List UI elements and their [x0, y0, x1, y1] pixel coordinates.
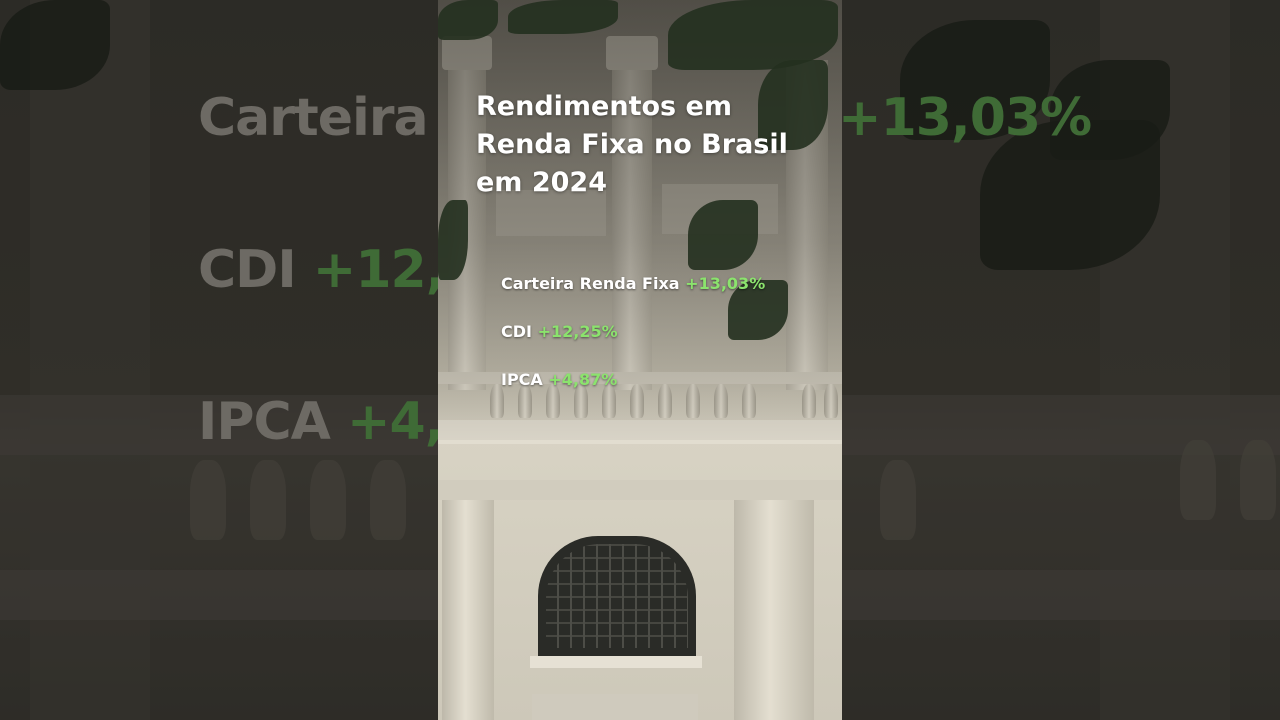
- ghost-label: CDI: [198, 240, 297, 300]
- stat-label: IPCA: [501, 370, 543, 389]
- foliage: [438, 0, 498, 40]
- ornament-panel: [532, 694, 698, 720]
- video-title: Rendimentos em Renda Fixa no Brasil em 2…: [476, 91, 788, 198]
- ghost-row-1-value: +13,03%: [838, 88, 1092, 148]
- cornice-lower: [438, 480, 842, 500]
- foliage: [508, 0, 618, 34]
- ghost-row-1: Carteira: [198, 88, 429, 148]
- ghost-label: IPCA: [198, 392, 331, 452]
- arched-window: [538, 536, 696, 656]
- stat-label: CDI: [501, 322, 532, 341]
- stat-row-cdi: CDI +12,25%: [501, 322, 618, 341]
- ghost-row-3: IPCA +4,8: [198, 392, 480, 452]
- foliage: [688, 200, 758, 270]
- stat-label: Carteira Renda Fixa: [501, 274, 680, 293]
- ghost-value: +13,03%: [838, 88, 1092, 148]
- stat-row-ipca: IPCA +4,87%: [501, 370, 617, 389]
- stat-value: +4,87%: [548, 370, 618, 389]
- stat-row-carteira: Carteira Renda Fixa +13,03%: [501, 274, 765, 293]
- lower-column: [734, 500, 814, 720]
- ghost-label: Carteira: [198, 88, 429, 148]
- foliage: [438, 200, 468, 280]
- stat-value: +13,03%: [685, 274, 766, 293]
- window-sill: [530, 656, 702, 668]
- stat-value: +12,25%: [537, 322, 618, 341]
- lower-column: [442, 500, 494, 720]
